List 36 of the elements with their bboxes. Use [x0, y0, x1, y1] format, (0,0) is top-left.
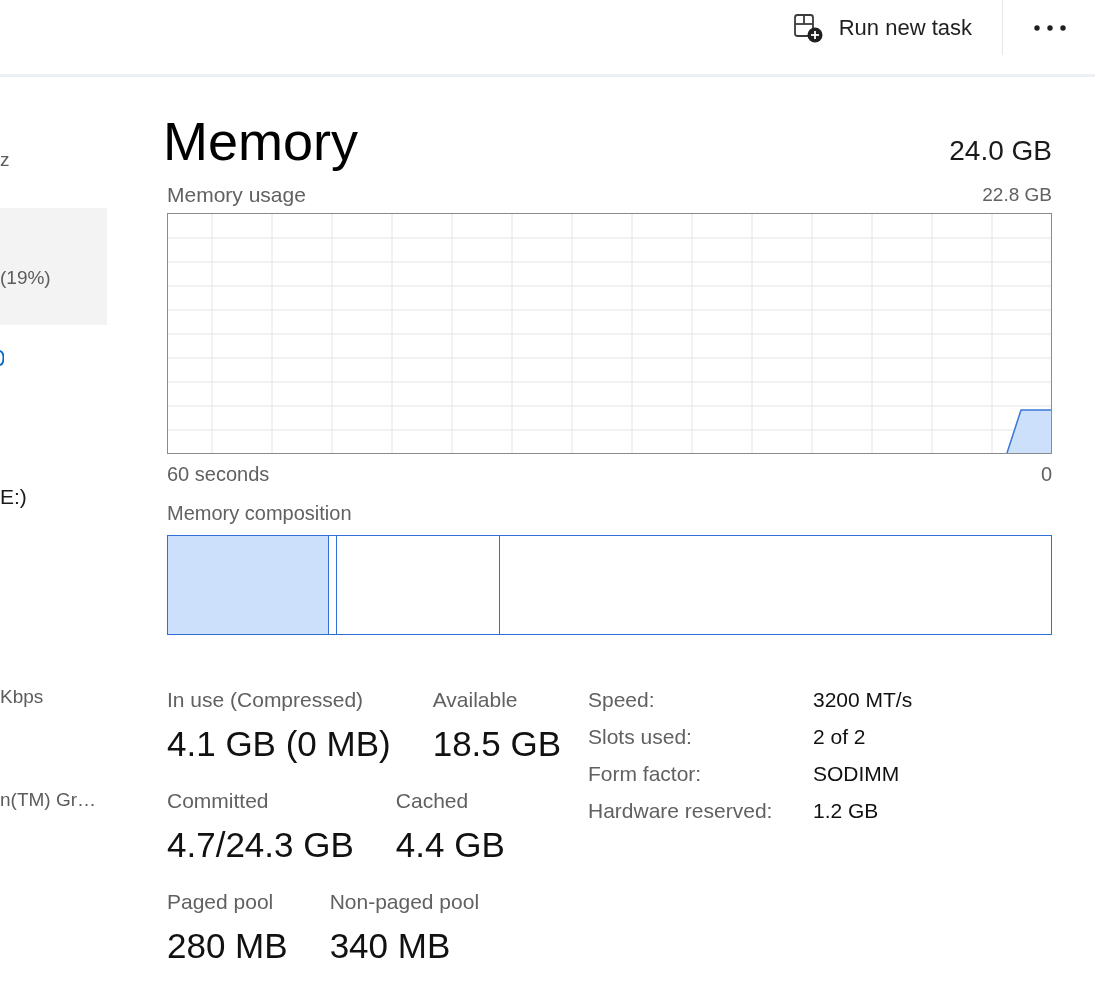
stat-label: Non-paged pool	[329, 889, 480, 915]
graph-max-label: 22.8 GB	[982, 183, 1052, 207]
stat-value: 340 MB	[329, 925, 452, 967]
more-icon	[1034, 24, 1066, 31]
detail-label: Hardware reserved:	[588, 798, 774, 824]
stat-value: 280 MB	[167, 925, 288, 967]
sidebar-item[interactable]: n(TM) Gr…	[0, 719, 107, 839]
stat-value: 18.5 GB	[432, 723, 562, 765]
sidebar-item[interactable]: z	[0, 77, 107, 208]
detail-value: 3200 MT/s	[813, 687, 913, 713]
detail-label: Slots used:	[588, 724, 693, 750]
stat-value: 4.4 GB	[395, 824, 505, 866]
detail-label: Speed:	[588, 687, 656, 713]
stat-label: Cached	[395, 788, 470, 814]
sidebar-item[interactable]: (19%)	[0, 208, 107, 325]
stat-value: 4.7/24.3 GB	[167, 824, 354, 866]
stat-label: Paged pool	[167, 889, 275, 915]
arc-icon	[0, 350, 4, 366]
detail-value: 1.2 GB	[813, 798, 880, 824]
run-new-task-button[interactable]: Run new task	[780, 0, 984, 55]
total-memory: 24.0 GB	[949, 134, 1052, 168]
sidebar-item[interactable]: E:)	[0, 442, 107, 559]
stat-label: Committed	[167, 788, 270, 814]
time-end-label: 0	[1040, 462, 1052, 486]
stat-label: In use (Compressed)	[167, 687, 365, 713]
detail-value: SODIMM	[813, 761, 901, 787]
detail-label: Form factor:	[588, 761, 703, 787]
detail-value: 2 of 2	[813, 724, 867, 750]
usage-area	[1006, 409, 1051, 453]
composition-label: Memory composition	[167, 501, 352, 525]
stat-label: Available	[432, 687, 519, 713]
stat-value: 4.1 GB (0 MB)	[167, 723, 391, 765]
sidebar-item[interactable]: Kbps	[0, 559, 107, 719]
time-span-label: 60 seconds	[167, 462, 270, 486]
graph-label: Memory usage	[167, 183, 306, 207]
window-plus-icon	[792, 12, 823, 43]
